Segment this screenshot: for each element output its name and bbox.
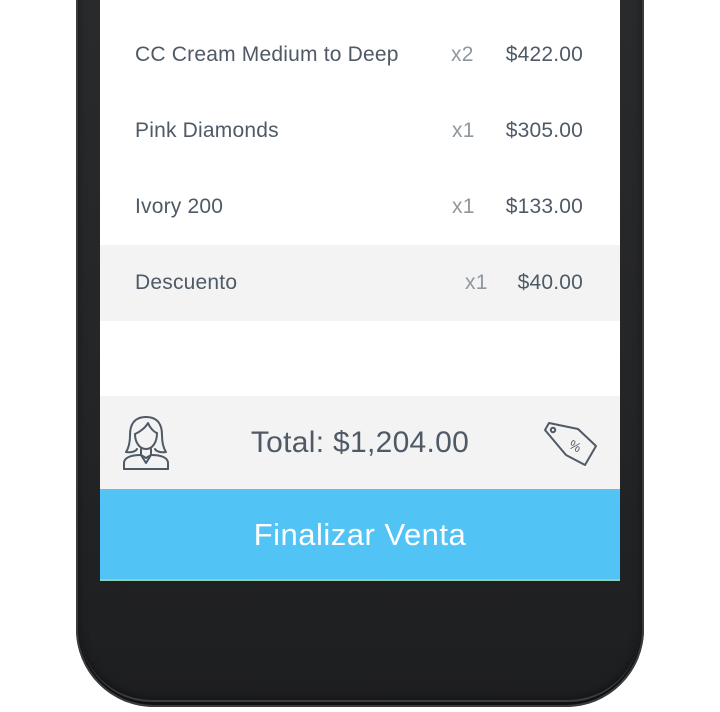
discount-name: Descuento <box>135 271 238 294</box>
discount-amount: $40.00 <box>517 271 583 294</box>
phone-mockup: CC Cream Medium to Deep x2 $422.00 Pink … <box>0 0 720 712</box>
item-quantity: x1 <box>452 119 475 142</box>
list-item[interactable]: Ivory 200 x1 $133.00 <box>100 169 620 245</box>
item-name: Ivory 200 <box>135 195 224 218</box>
discount-tag-icon[interactable]: % <box>540 418 602 468</box>
app-screen: CC Cream Medium to Deep x2 $422.00 Pink … <box>100 0 620 581</box>
item-price: $422.00 <box>505 43 583 66</box>
discount-quantity: x1 <box>465 271 488 294</box>
list-item[interactable]: Pink Diamonds x1 $305.00 <box>100 93 620 169</box>
finish-sale-button[interactable]: Finalizar Venta <box>100 489 620 581</box>
item-price: $305.00 <box>505 119 583 142</box>
svg-text:%: % <box>567 437 585 456</box>
item-name: CC Cream Medium to Deep <box>135 43 399 66</box>
item-quantity: x1 <box>452 195 475 218</box>
list-item[interactable]: CC Cream Medium to Deep x2 $422.00 <box>100 17 620 93</box>
total-bar: Total: $1,204.00 % <box>100 396 620 489</box>
discount-row[interactable]: Descuento x1 $40.00 <box>100 245 620 321</box>
item-price: $133.00 <box>505 195 583 218</box>
item-quantity: x2 <box>451 43 474 66</box>
item-name: Pink Diamonds <box>135 119 279 142</box>
screen-bottom-edge <box>100 579 620 581</box>
customer-avatar-icon[interactable] <box>120 413 172 471</box>
